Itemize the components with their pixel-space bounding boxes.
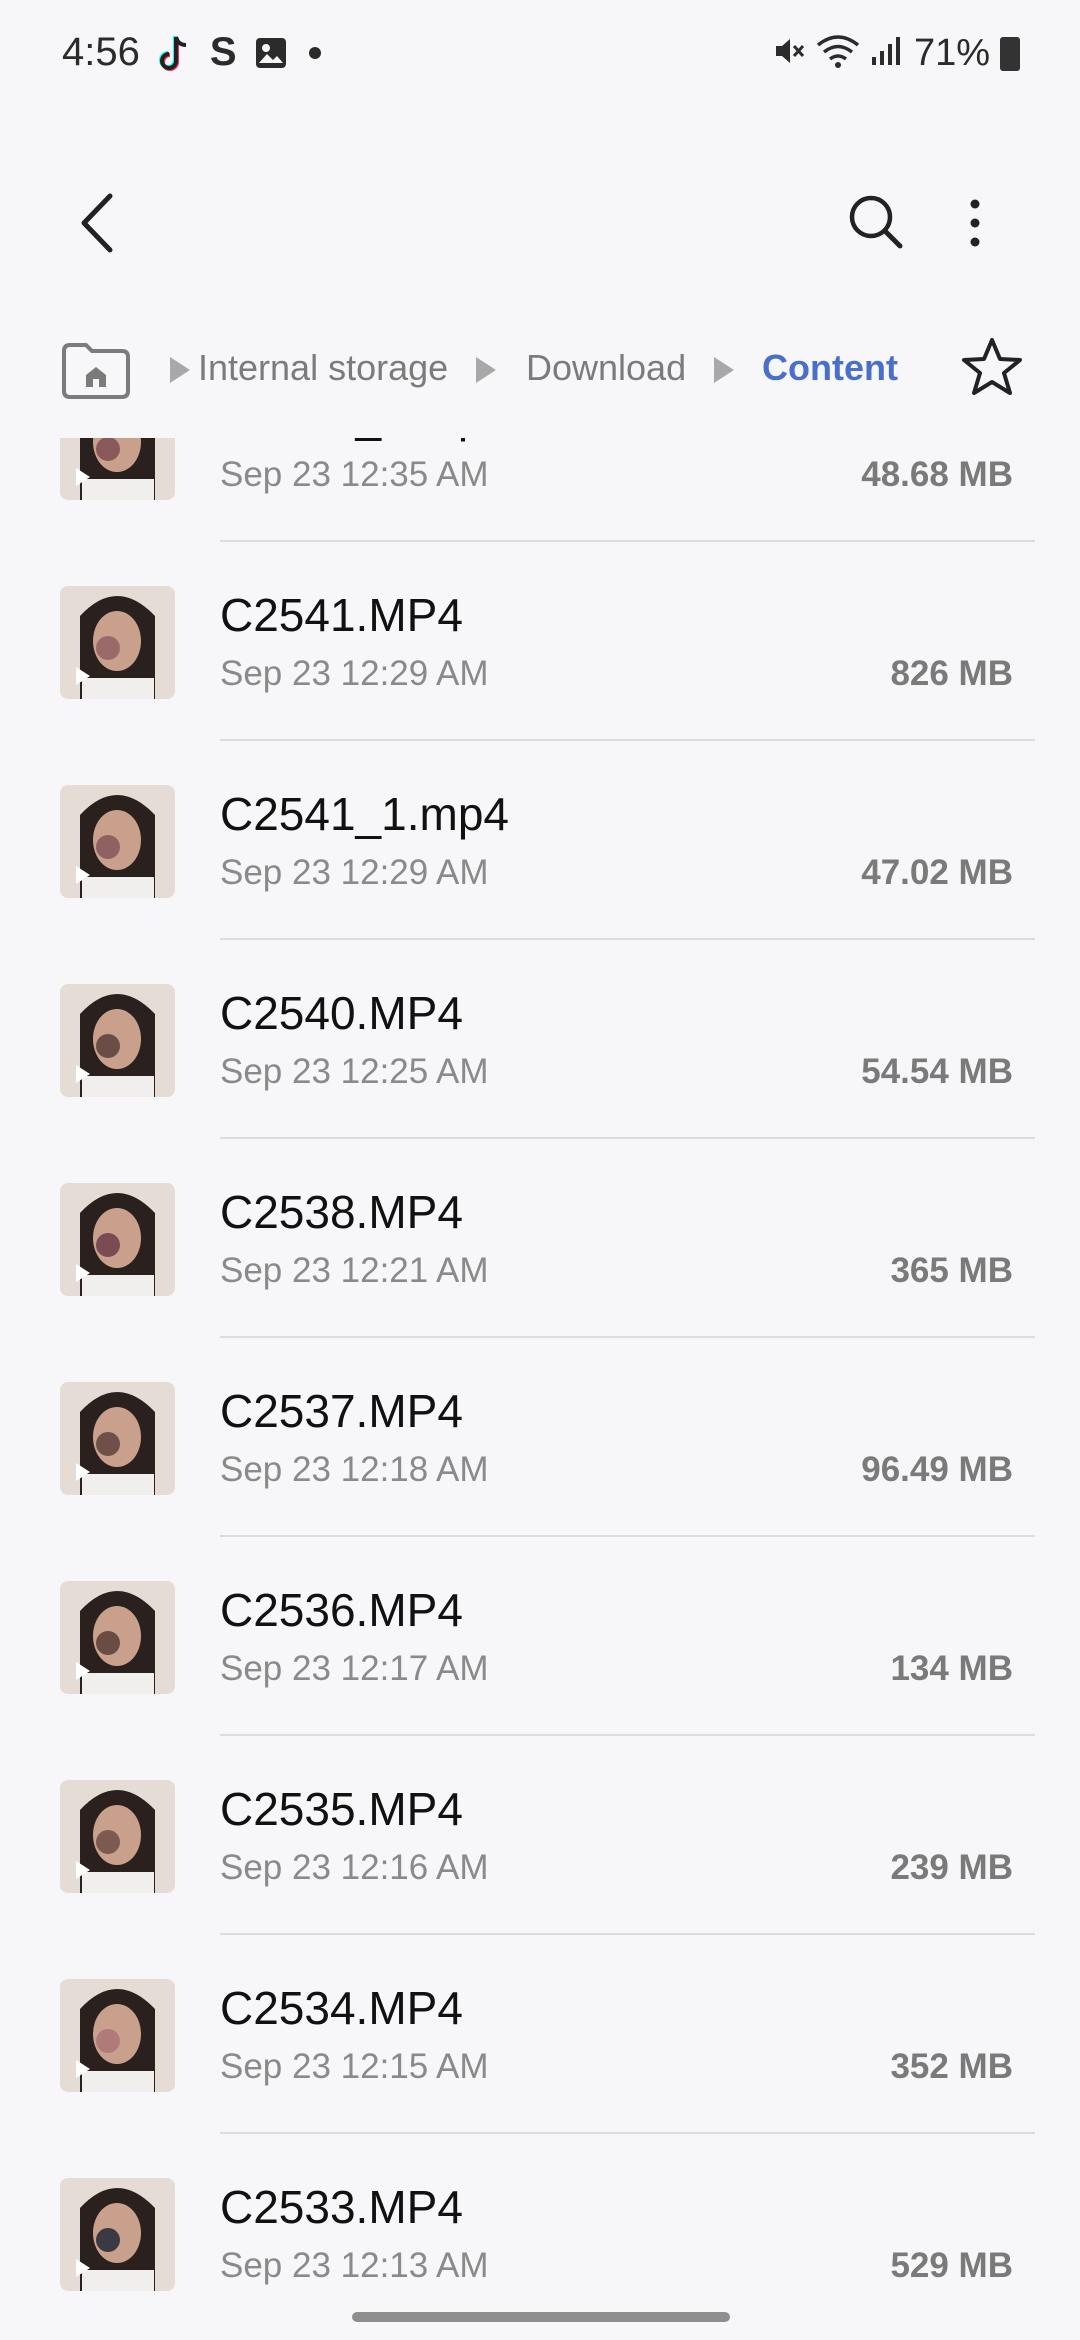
play-icon [76,1065,90,1083]
gesture-bar[interactable] [352,2312,730,2322]
s-app-icon: S [209,30,237,74]
file-row[interactable]: C2542_1.mp4 Sep 23 12:35 AM 48.68 MB [0,438,1080,542]
search-button[interactable] [846,192,906,252]
file-size: 48.68 MB [861,455,1013,494]
file-date: Sep 23 12:16 AM [220,1848,489,1887]
file-date: Sep 23 12:15 AM [220,2047,489,2086]
play-icon [76,866,90,884]
star-outline-icon [962,338,1022,395]
file-row[interactable]: C2533.MP4 Sep 23 12:13 AM 529 MB [0,2134,1080,2298]
play-icon [76,1662,90,1680]
notification-dot-icon [308,46,321,59]
video-thumbnail[interactable] [60,1780,175,1893]
file-date: Sep 23 12:18 AM [220,1450,489,1489]
file-row[interactable]: C2535.MP4 Sep 23 12:16 AM 239 MB [0,1736,1080,1935]
file-date: Sep 23 12:17 AM [220,1649,489,1688]
file-row[interactable]: C2537.MP4 Sep 23 12:18 AM 96.49 MB [0,1338,1080,1537]
file-name: C2534.MP4 [220,1982,463,2034]
file-name: C2533.MP4 [220,2181,463,2233]
battery-percent: 71% [913,32,990,74]
file-size: 47.02 MB [861,853,1013,892]
play-icon [76,1861,90,1879]
mute-icon [772,34,806,73]
favorite-button[interactable] [960,335,1024,399]
status-time: 4:56 [62,30,140,74]
file-size: 96.49 MB [861,1450,1013,1489]
home-folder-icon [62,343,130,399]
file-name: C2541.MP4 [220,589,463,641]
video-thumbnail[interactable] [60,1979,175,2092]
file-size: 352 MB [890,2047,1013,2086]
breadcrumb-separator-icon [170,357,190,383]
file-size: 826 MB [890,654,1013,693]
status-bar: 4:56 S 71% [0,0,1080,110]
file-size: 239 MB [890,1848,1013,1887]
play-icon [76,468,90,486]
file-row[interactable]: C2534.MP4 Sep 23 12:15 AM 352 MB [0,1935,1080,2134]
breadcrumb-separator-icon [476,357,496,383]
video-thumbnail[interactable] [60,1581,175,1694]
breadcrumb-item-internal-storage[interactable]: Internal storage [198,347,448,389]
play-icon [76,1264,90,1282]
file-name: C2542_1.mp4 [220,438,509,443]
file-size: 529 MB [890,2246,1013,2285]
tiktok-icon [158,33,192,73]
breadcrumb: Internal storage Download Content [60,335,1022,405]
signal-icon [870,35,904,72]
file-row[interactable]: C2541_1.mp4 Sep 23 12:29 AM 47.02 MB [0,741,1080,940]
video-thumbnail[interactable] [60,438,175,500]
home-folder-button[interactable] [60,339,132,399]
file-name: C2535.MP4 [220,1783,463,1835]
more-options-button[interactable] [960,192,990,252]
status-right: 71% [772,32,1020,75]
wifi-icon [816,33,860,74]
gallery-icon [255,37,287,69]
file-size: 134 MB [890,1649,1013,1688]
file-row[interactable]: C2536.MP4 Sep 23 12:17 AM 134 MB [0,1537,1080,1736]
breadcrumb-separator-icon [714,357,734,383]
file-name: C2538.MP4 [220,1186,463,1238]
breadcrumb-item-content[interactable]: Content [762,347,898,389]
file-date: Sep 23 12:35 AM [220,455,489,494]
file-date: Sep 23 12:29 AM [220,654,489,693]
file-date: Sep 23 12:29 AM [220,853,489,892]
file-list[interactable]: C2542_1.mp4 Sep 23 12:35 AM 48.68 MB C2541.… [0,438,1080,2298]
file-size: 365 MB [890,1251,1013,1290]
more-vertical-icon [970,199,980,247]
back-button[interactable] [68,188,128,258]
play-icon [76,2259,90,2277]
file-row[interactable]: C2540.MP4 Sep 23 12:25 AM 54.54 MB [0,940,1080,1139]
breadcrumb-item-download[interactable]: Download [526,347,686,389]
play-icon [76,1463,90,1481]
video-thumbnail[interactable] [60,785,175,898]
file-name: C2541_1.mp4 [220,788,509,840]
play-icon [76,2060,90,2078]
file-size: 54.54 MB [861,1052,1013,1091]
play-icon [76,667,90,685]
video-thumbnail[interactable] [60,984,175,1097]
file-name: C2540.MP4 [220,987,463,1039]
file-name: C2536.MP4 [220,1584,463,1636]
status-left: 4:56 S [62,30,321,75]
battery-icon [1000,36,1020,71]
file-date: Sep 23 12:25 AM [220,1052,489,1091]
video-thumbnail[interactable] [60,2178,175,2291]
file-date: Sep 23 12:21 AM [220,1251,489,1290]
chevron-left-icon [81,193,113,253]
video-thumbnail[interactable] [60,586,175,699]
video-thumbnail[interactable] [60,1382,175,1495]
file-row[interactable]: C2538.MP4 Sep 23 12:21 AM 365 MB [0,1139,1080,1338]
file-row[interactable]: C2541.MP4 Sep 23 12:29 AM 826 MB [0,542,1080,741]
search-icon [849,195,903,249]
file-date: Sep 23 12:13 AM [220,2246,489,2285]
file-name: C2537.MP4 [220,1385,463,1437]
screen: 4:56 S 71% Internal storage Download Con… [0,0,1080,2340]
video-thumbnail[interactable] [60,1183,175,1296]
